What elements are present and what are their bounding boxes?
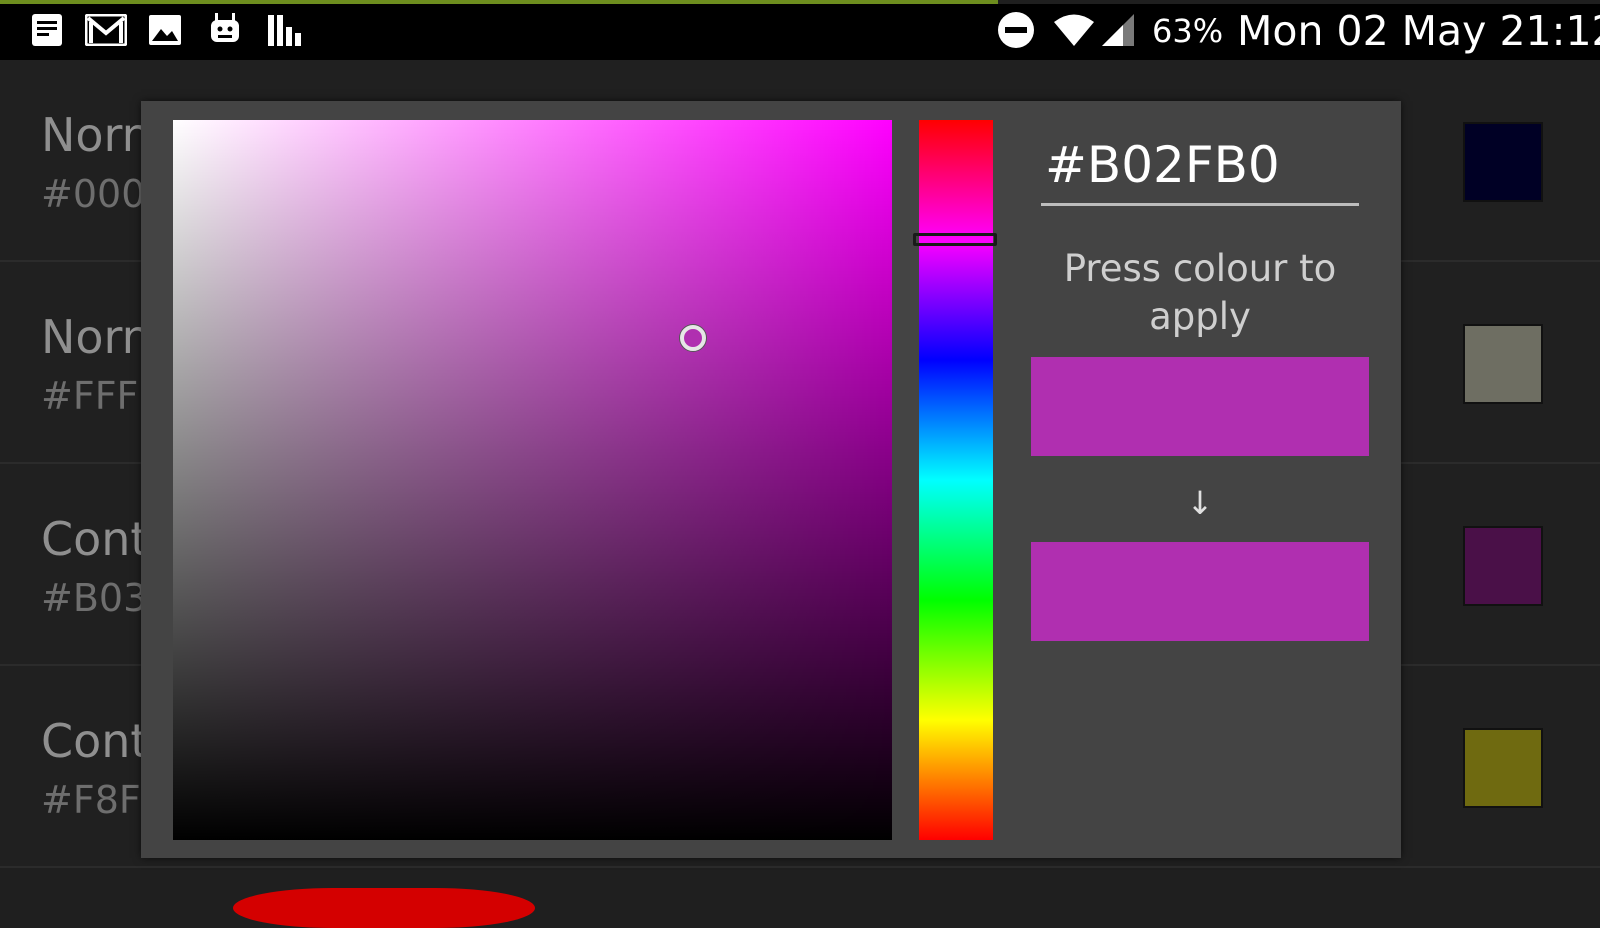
list-item-title: Norn	[41, 310, 151, 364]
cellular-signal-icon	[1100, 0, 1136, 60]
wifi-icon	[1052, 0, 1096, 60]
list-item-title: Cont	[41, 512, 149, 566]
hex-input-underline	[1041, 203, 1359, 206]
list-item-subtitle: #B03	[41, 576, 148, 620]
current-color-swatch[interactable]	[1031, 542, 1369, 641]
apply-instruction: Press colour to apply	[1063, 247, 1337, 338]
hue-slider-thumb[interactable]	[913, 233, 997, 246]
color-swatch[interactable]	[1463, 122, 1543, 202]
color-swatch[interactable]	[1463, 526, 1543, 606]
bottom-action-button[interactable]	[233, 888, 535, 928]
saturation-value-square[interactable]	[173, 120, 892, 840]
android-icon	[207, 0, 243, 60]
list-item-title: Norn	[41, 108, 151, 162]
saturation-value-cursor[interactable]	[680, 325, 706, 351]
gallery-icon	[147, 0, 183, 60]
new-color-swatch[interactable]	[1031, 357, 1369, 456]
date-time: Mon 02 May 21:12	[1237, 7, 1600, 55]
stats-icon	[266, 0, 304, 60]
list-item-title: Cont	[41, 714, 149, 768]
do-not-disturb-icon	[996, 0, 1036, 60]
color-swatch[interactable]	[1463, 324, 1543, 404]
notes-icon	[29, 0, 65, 60]
hex-color-input[interactable]	[1041, 137, 1363, 193]
battery-percentage: 63%	[1152, 12, 1224, 50]
color-swatch[interactable]	[1463, 728, 1543, 808]
hue-slider[interactable]	[919, 120, 993, 840]
arrow-down-icon: ↓	[1186, 484, 1214, 522]
color-picker-dialog: Press colour to apply ↓	[141, 101, 1401, 858]
gmail-icon	[84, 0, 128, 60]
